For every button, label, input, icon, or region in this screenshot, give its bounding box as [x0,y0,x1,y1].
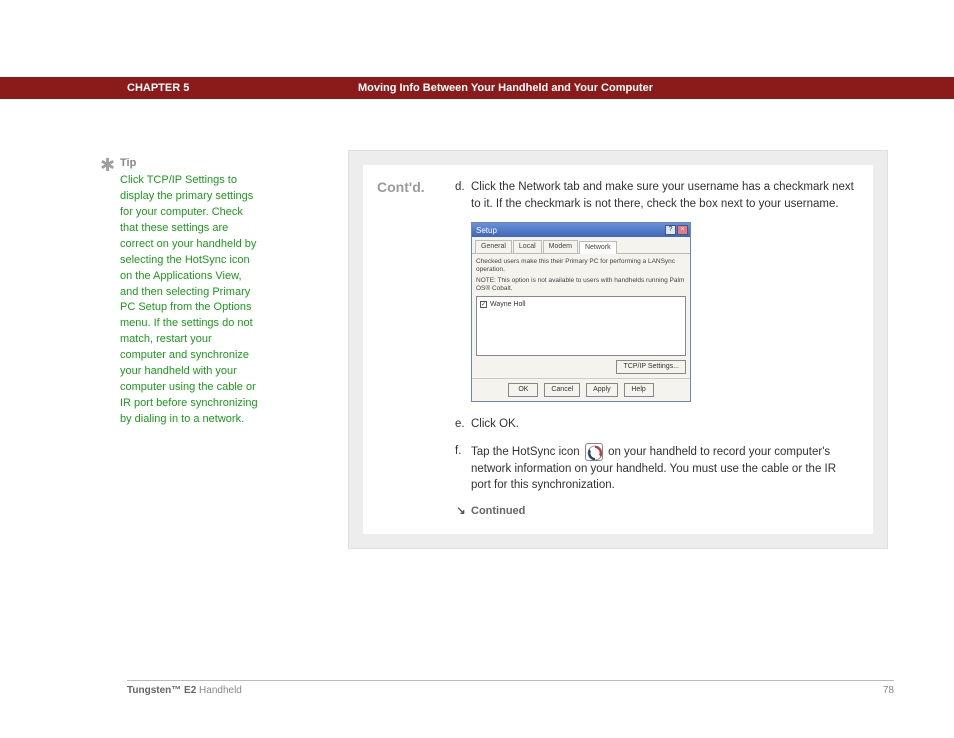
tab-general[interactable]: General [475,240,512,253]
continued-heading: Cont'd. [377,179,425,195]
apply-button[interactable]: Apply [586,383,618,397]
tip-label: Tip [120,156,260,172]
page-body: ✱ Tip Click TCP/IP Settings to display t… [100,150,894,668]
step-text: Click the Network tab and make sure your… [471,179,855,212]
user-list: ✓ Wayne Holl [476,296,686,356]
dialog-tabs: General Local Modem Network [472,237,690,254]
continued-link[interactable]: ↘ Continued [455,504,855,520]
setup-dialog: Setup ? × General Local Modem Network [471,222,691,402]
page-number: 78 [883,685,894,696]
hotsync-icon [585,443,603,461]
step-text: Tap the HotSync icon on your handheld to… [471,443,855,494]
user-name: Wayne Holl [490,300,526,310]
instruction-panel: Cont'd. d. Click the Network tab and mak… [348,150,888,549]
chapter-label: CHAPTER 5 [127,82,189,94]
checkbox-icon[interactable]: ✓ [480,301,487,308]
tab-modem[interactable]: Modem [543,240,578,253]
step-label: d. [455,179,471,212]
dialog-buttons: OK Cancel Apply Help [472,378,690,401]
step-f-part-a: Tap the HotSync icon [471,446,583,458]
tcpip-settings-button[interactable]: TCP/IP Settings... [616,360,686,374]
tab-network[interactable]: Network [579,241,617,254]
dialog-note-2: NOTE: This option is not available to us… [476,277,686,293]
chapter-header: CHAPTER 5 Moving Info Between Your Handh… [0,77,954,99]
help-button[interactable]: Help [624,383,654,397]
ok-button[interactable]: OK [508,383,538,397]
arrow-down-right-icon: ↘ [455,506,467,518]
step-text: Click OK. [471,416,855,433]
step-list: d. Click the Network tab and make sure y… [455,179,855,520]
tip-text: Click TCP/IP Settings to display the pri… [120,173,260,428]
product-rest: Handheld [196,685,242,696]
step-label: e. [455,416,471,433]
step-d: d. Click the Network tab and make sure y… [455,179,855,212]
chapter-title: Moving Info Between Your Handheld and Yo… [358,82,653,94]
cancel-button[interactable]: Cancel [544,383,580,397]
continued-label: Continued [471,504,525,520]
page-footer: Tungsten™ E2 Handheld 78 [127,680,894,696]
step-label: f. [455,443,471,494]
step-e: e. Click OK. [455,416,855,433]
step-f: f. Tap the HotSync icon on your handheld… [455,443,855,494]
product-bold: Tungsten™ E2 [127,685,196,696]
dialog-titlebar: Setup ? × [472,223,690,237]
product-name: Tungsten™ E2 Handheld [127,685,242,696]
help-icon[interactable]: ? [665,225,676,235]
dialog-title: Setup [476,225,497,237]
close-icon[interactable]: × [677,225,688,235]
dialog-body: Checked users make this their Primary PC… [472,254,690,377]
user-row[interactable]: ✓ Wayne Holl [480,300,682,310]
tip-sidebar: ✱ Tip Click TCP/IP Settings to display t… [100,156,260,428]
asterisk-icon: ✱ [100,152,115,178]
tab-local[interactable]: Local [513,240,542,253]
instruction-box: Cont'd. d. Click the Network tab and mak… [363,165,873,534]
dialog-note-1: Checked users make this their Primary PC… [476,258,686,274]
